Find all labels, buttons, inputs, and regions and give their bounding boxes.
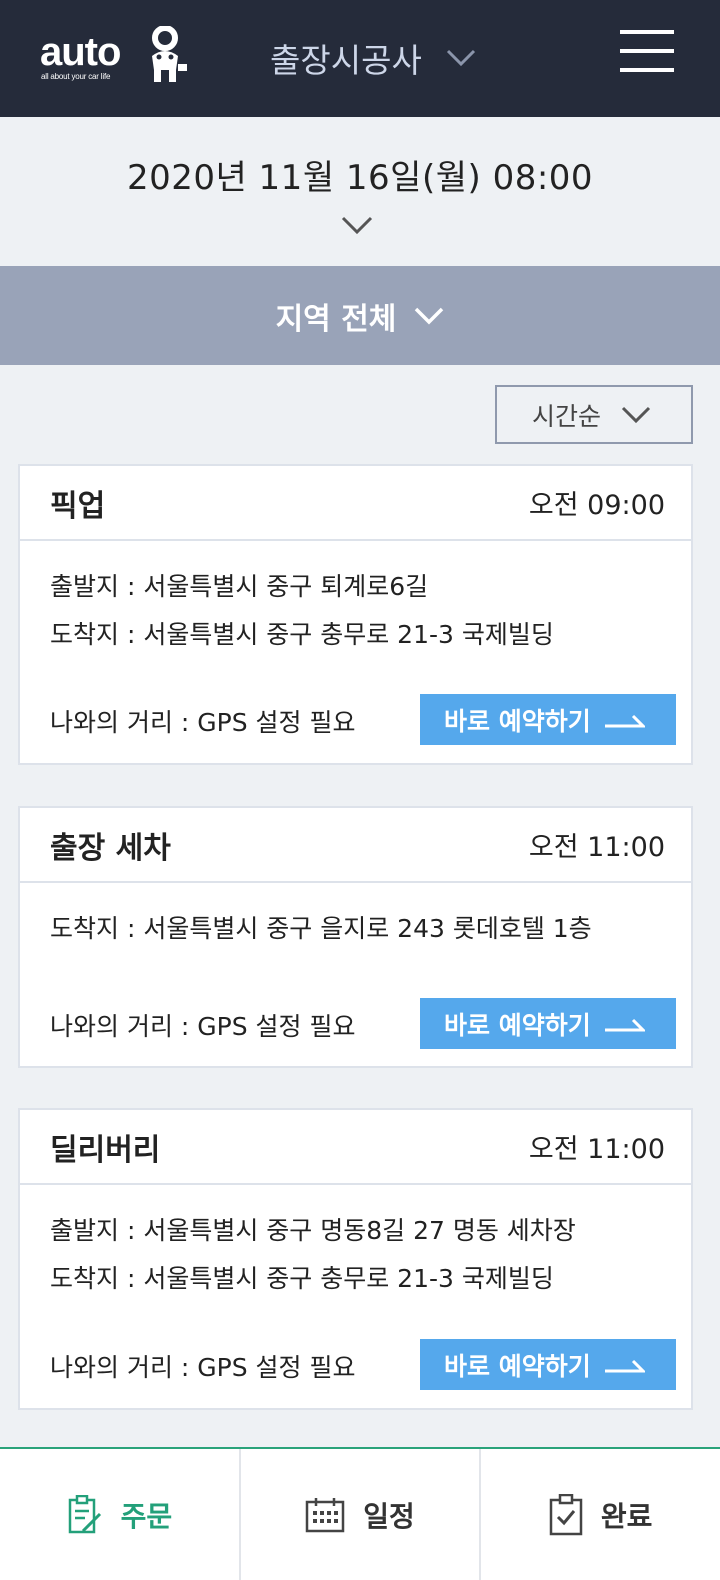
book-now-label: 바로 예약하기 bbox=[444, 1351, 591, 1381]
departure-address: 출발지 : 서울특별시 중구 퇴계로6길 bbox=[50, 572, 429, 601]
chevron-down-icon bbox=[446, 49, 475, 67]
app-logo[interactable]: auto all about your car life bbox=[40, 26, 190, 86]
departure-address: 출발지 : 서울특별시 중구 명동8길 27 명동 세차장 bbox=[50, 1216, 576, 1245]
card-time: 오전 11:00 bbox=[528, 1134, 665, 1165]
region-filter[interactable]: 지역 전체 bbox=[0, 266, 720, 365]
arrow-right-icon bbox=[604, 1018, 645, 1031]
arrow-right-icon bbox=[604, 1359, 645, 1372]
nav-label: 완료 bbox=[600, 1499, 653, 1533]
logo-wordmark: auto bbox=[40, 30, 121, 74]
order-clipboard-icon bbox=[68, 1494, 101, 1533]
arrival-address: 도착지 : 서울특별시 중구 충무로 21-3 국제빌딩 bbox=[50, 1264, 554, 1293]
book-now-button[interactable]: 바로 예약하기 bbox=[420, 694, 676, 745]
chevron-down-icon[interactable] bbox=[341, 215, 373, 235]
nav-tab-schedule[interactable]: 일정 bbox=[241, 1449, 482, 1580]
distance-text: 나와의 거리 : GPS 설정 필요 bbox=[50, 708, 356, 737]
card-time: 오전 11:00 bbox=[528, 832, 665, 863]
logo-mascot-icon bbox=[152, 26, 187, 82]
chevron-down-icon bbox=[415, 307, 444, 324]
arrival-address: 도착지 : 서울특별시 중구 을지로 243 롯데호텔 1층 bbox=[50, 914, 592, 943]
shop-selector[interactable]: 출장시공사 bbox=[270, 36, 476, 80]
hamburger-menu-icon[interactable] bbox=[620, 30, 674, 74]
logo-tagline: all about your car life bbox=[41, 72, 111, 81]
chevron-down-icon bbox=[621, 406, 651, 423]
card-title: 출장 세차 bbox=[50, 830, 171, 866]
book-now-label: 바로 예약하기 bbox=[444, 706, 591, 736]
card-time: 오전 09:00 bbox=[528, 490, 665, 521]
nav-tab-order[interactable]: 주문 bbox=[0, 1449, 241, 1580]
book-now-label: 바로 예약하기 bbox=[444, 1010, 591, 1040]
card-title: 딜리버리 bbox=[50, 1132, 161, 1168]
card-header: 픽업 오전 09:00 bbox=[20, 466, 691, 541]
sort-dropdown[interactable]: 시간순 bbox=[495, 385, 693, 444]
date-selector[interactable]: 2020년 11월 16일(월) 08:00 bbox=[0, 150, 720, 199]
arrow-right-icon bbox=[604, 714, 645, 727]
book-now-button[interactable]: 바로 예약하기 bbox=[420, 998, 676, 1049]
nav-label: 일정 bbox=[363, 1499, 415, 1533]
shop-name: 출장시공사 bbox=[270, 41, 422, 80]
nav-tab-completed[interactable]: 완료 bbox=[481, 1449, 720, 1580]
nav-label: 주문 bbox=[120, 1499, 173, 1533]
card-header: 딜리버리 오전 11:00 bbox=[20, 1110, 691, 1185]
order-card[interactable]: 출장 세차 오전 11:00 도착지 : 서울특별시 중구 을지로 243 롯데… bbox=[18, 806, 693, 1068]
bottom-nav: 주문 일정 완료 bbox=[0, 1447, 720, 1580]
clipboard-check-icon bbox=[549, 1493, 583, 1535]
card-title: 픽업 bbox=[50, 488, 106, 524]
calendar-icon bbox=[305, 1497, 345, 1532]
book-now-button[interactable]: 바로 예약하기 bbox=[420, 1339, 676, 1390]
arrival-address: 도착지 : 서울특별시 중구 충무로 21-3 국제빌딩 bbox=[50, 620, 554, 649]
sort-selected-value: 시간순 bbox=[532, 401, 602, 431]
card-header: 출장 세차 오전 11:00 bbox=[20, 808, 691, 883]
distance-text: 나와의 거리 : GPS 설정 필요 bbox=[50, 1353, 356, 1382]
order-card[interactable]: 딜리버리 오전 11:00 출발지 : 서울특별시 중구 명동8길 27 명동 … bbox=[18, 1108, 693, 1410]
distance-text: 나와의 거리 : GPS 설정 필요 bbox=[50, 1012, 356, 1041]
order-card[interactable]: 픽업 오전 09:00 출발지 : 서울특별시 중구 퇴계로6길 도착지 : 서… bbox=[18, 464, 693, 765]
app-header: auto all about your car life 출장시공사 bbox=[0, 0, 720, 117]
region-label: 지역 전체 bbox=[275, 301, 397, 337]
